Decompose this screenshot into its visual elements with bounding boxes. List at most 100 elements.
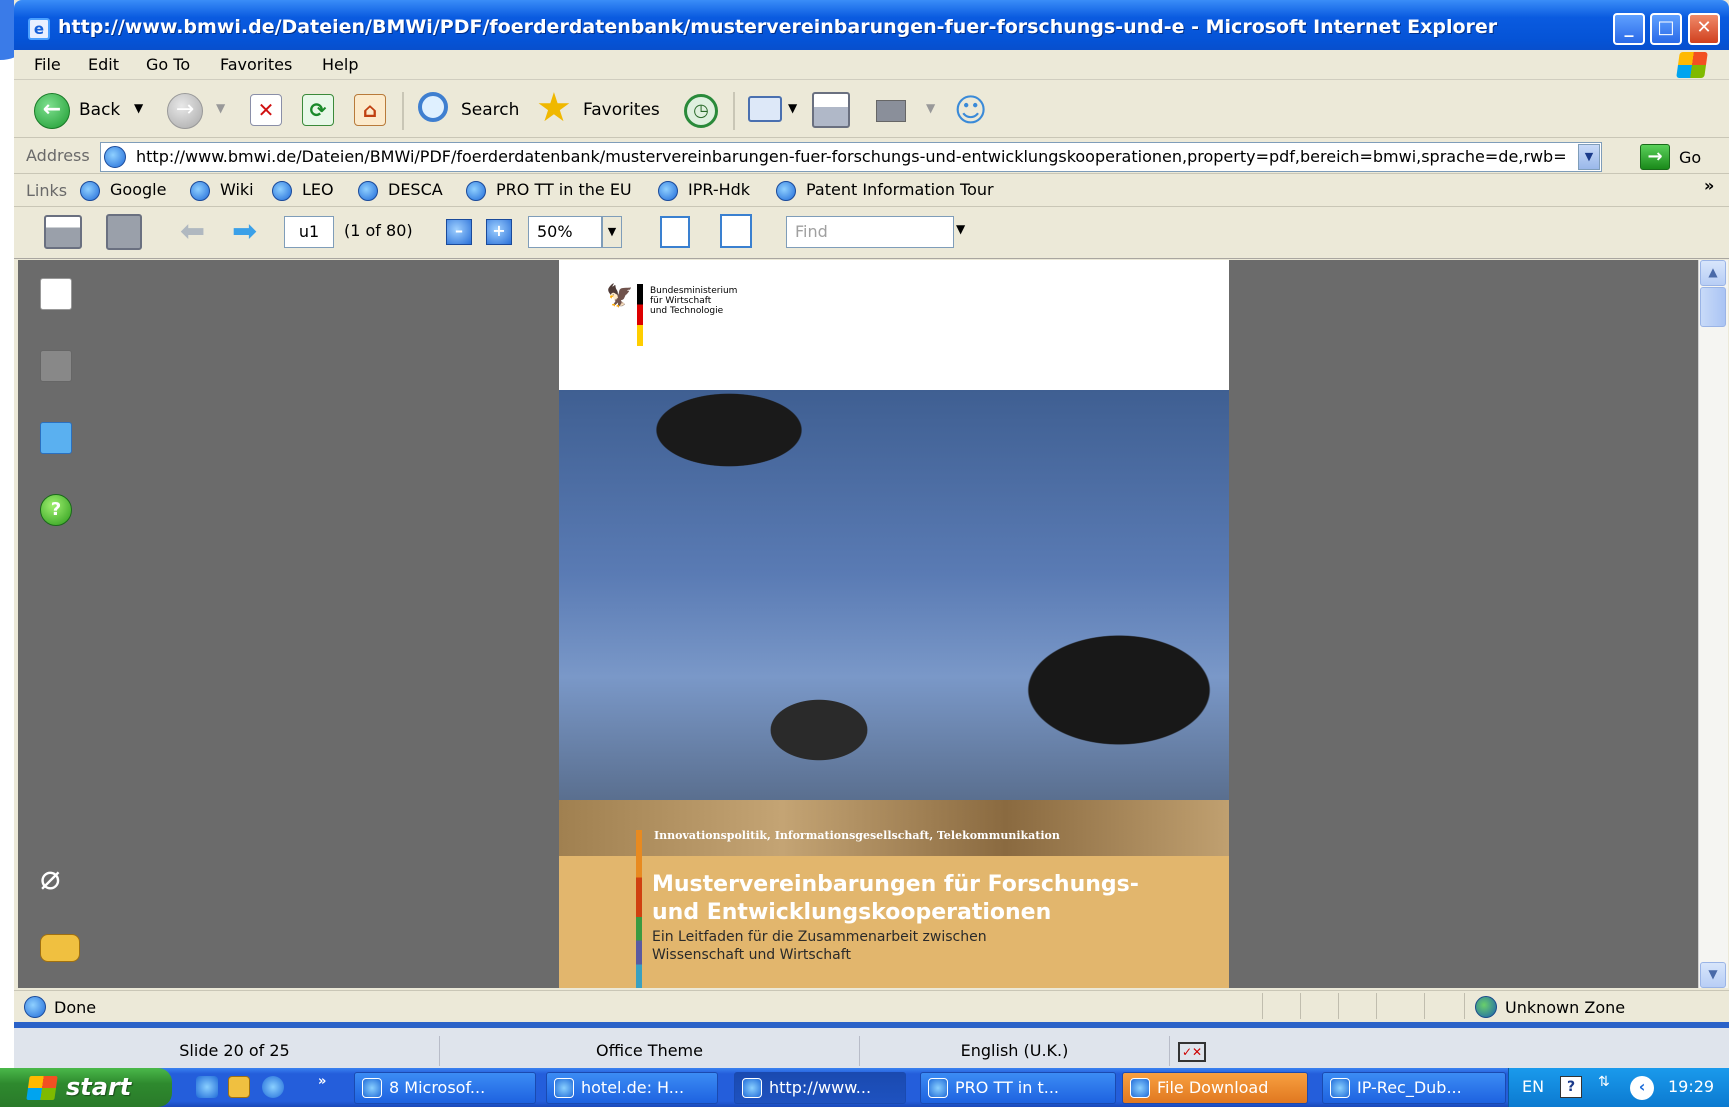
history-icon[interactable]: ◷ — [684, 94, 718, 128]
bookmarks-icon[interactable] — [40, 422, 72, 454]
menu-file[interactable]: File — [34, 55, 61, 74]
fit-page-icon[interactable] — [720, 214, 752, 248]
back-arrow-icon[interactable]: ← — [34, 93, 70, 129]
windows-flag-icon — [26, 1076, 58, 1100]
go-arrow-icon[interactable]: → — [1640, 144, 1670, 170]
binoculars-icon[interactable] — [40, 350, 72, 382]
quicklaunch-overflow-icon[interactable]: » — [318, 1074, 326, 1089]
cover-band — [559, 800, 1229, 856]
status-divider — [1338, 993, 1339, 1019]
quicklaunch-folder-icon[interactable] — [228, 1076, 250, 1098]
mail-icon[interactable] — [748, 96, 782, 122]
zoom-in-icon[interactable]: + — [486, 219, 512, 245]
vertical-scrollbar[interactable] — [1698, 260, 1728, 988]
pdf-save-icon[interactable] — [106, 214, 142, 250]
forward-dropdown-icon[interactable]: ▼ — [216, 101, 225, 115]
page-number-input[interactable]: u1 — [284, 216, 334, 248]
pages-icon[interactable] — [40, 278, 72, 310]
status-divider — [1300, 993, 1301, 1019]
edit-icon[interactable] — [876, 100, 906, 122]
zoom-select[interactable]: 50% — [528, 216, 602, 248]
forward-arrow-icon[interactable]: → — [167, 93, 203, 129]
link-leo[interactable]: LEO — [302, 180, 334, 199]
scroll-down-icon[interactable]: ▼ — [1700, 962, 1726, 988]
menu-goto[interactable]: Go To — [146, 55, 190, 74]
zoom-dropdown-icon[interactable]: ▼ — [602, 216, 622, 248]
ministry-line-2: für Wirtschaft — [650, 296, 712, 306]
task-office-icon — [362, 1078, 382, 1098]
edit-dropdown-icon[interactable]: ▼ — [926, 101, 935, 115]
tray-clock[interactable]: 19:29 — [1668, 1077, 1714, 1096]
slide-indicator: Slide 20 of 25 — [30, 1036, 440, 1066]
task-ie-icon — [554, 1078, 574, 1098]
link-google[interactable]: Google — [110, 180, 166, 199]
print-icon[interactable] — [812, 92, 850, 128]
close-button[interactable]: ✕ — [1688, 13, 1720, 45]
language-indicator-tray[interactable]: EN — [1522, 1077, 1544, 1096]
task-prott[interactable]: PRO TT in t... — [920, 1072, 1116, 1104]
zoom-out-icon[interactable]: – — [446, 219, 472, 245]
link-prott[interactable]: PRO TT in the EU — [496, 180, 632, 199]
home-icon[interactable]: ⌂ — [354, 94, 386, 126]
attachments-paperclip-icon[interactable]: ⌀ — [40, 861, 80, 895]
status-text: Done — [54, 998, 97, 1017]
document-subtitle-line-2: Wissenschaft und Wirtschaft — [652, 947, 851, 963]
messenger-icon[interactable]: ☺ — [954, 92, 987, 128]
menu-edit[interactable]: Edit — [88, 55, 119, 74]
quicklaunch-browser-icon[interactable] — [262, 1076, 284, 1098]
go-button-label[interactable]: Go — [1679, 148, 1701, 167]
back-dropdown-icon[interactable]: ▼ — [134, 101, 143, 115]
comments-icon[interactable] — [40, 934, 80, 962]
ministry-name: Bundesministerium für Wirtschaft und Tec… — [650, 286, 760, 316]
links-overflow-icon[interactable]: » — [1704, 176, 1714, 195]
window-title: http://www.bmwi.de/Dateien/BMWi/PDF/foer… — [58, 16, 1498, 38]
address-label: Address — [26, 146, 90, 165]
links-label: Links — [26, 181, 68, 200]
security-zone: Unknown Zone — [1505, 998, 1626, 1017]
scroll-up-icon[interactable]: ▲ — [1700, 260, 1726, 286]
link-patent-tour[interactable]: Patent Information Tour — [806, 180, 994, 199]
favorites-button-label[interactable]: Favorites — [583, 100, 660, 120]
link-prott-icon — [466, 181, 486, 201]
search-icon[interactable] — [418, 92, 448, 122]
link-wiki[interactable]: Wiki — [220, 180, 254, 199]
favorites-star-icon[interactable]: ★ — [536, 88, 572, 128]
ie-icon: e — [28, 18, 50, 40]
menu-help[interactable]: Help — [322, 55, 358, 74]
address-url[interactable]: http://www.bmwi.de/Dateien/BMWi/PDF/foer… — [136, 147, 1596, 166]
find-input[interactable]: Find — [786, 216, 954, 248]
start-label[interactable]: start — [66, 1073, 131, 1101]
menu-favorites[interactable]: Favorites — [220, 55, 292, 74]
spellcheck-icon[interactable]: ✓✕ — [1178, 1042, 1206, 1062]
cover-photo-handshake — [559, 390, 1229, 800]
minimize-button[interactable]: _ — [1613, 13, 1645, 45]
mail-dropdown-icon[interactable]: ▼ — [788, 101, 797, 115]
task-ie-icon — [742, 1078, 762, 1098]
next-page-icon[interactable]: ➡ — [232, 214, 257, 250]
pdf-page-header — [559, 260, 1229, 390]
maximize-button[interactable]: □ — [1650, 13, 1682, 45]
tray-network-icon[interactable]: ⇅ — [1598, 1074, 1610, 1090]
link-desca[interactable]: DESCA — [388, 180, 443, 199]
find-dropdown-icon[interactable]: ▼ — [956, 222, 965, 236]
page-icon — [104, 146, 126, 168]
federal-eagle-logo: 🦅 — [606, 284, 634, 309]
previous-page-icon[interactable]: ⬅ — [180, 214, 205, 250]
tray-expand-icon[interactable]: ‹ — [1630, 1076, 1654, 1100]
address-dropdown-icon[interactable]: ▼ — [1578, 144, 1600, 170]
status-divider — [1424, 993, 1425, 1019]
fit-width-icon[interactable] — [660, 216, 690, 248]
zone-globe-icon — [1475, 996, 1497, 1018]
help-icon[interactable]: ? — [40, 494, 72, 526]
pdf-print-icon[interactable] — [44, 215, 82, 249]
scroll-thumb[interactable] — [1700, 287, 1726, 327]
tray-help-icon[interactable]: ? — [1560, 1076, 1582, 1098]
search-button-label[interactable]: Search — [461, 100, 519, 120]
stop-icon[interactable]: ✕ — [250, 94, 282, 126]
refresh-icon[interactable]: ⟳ — [302, 94, 334, 126]
link-patent-icon — [776, 181, 796, 201]
link-iprhdk[interactable]: IPR-Hdk — [688, 180, 750, 199]
task-ie-icon — [928, 1078, 948, 1098]
back-button-label[interactable]: Back — [79, 100, 120, 120]
quicklaunch-ie-icon[interactable] — [196, 1076, 218, 1098]
